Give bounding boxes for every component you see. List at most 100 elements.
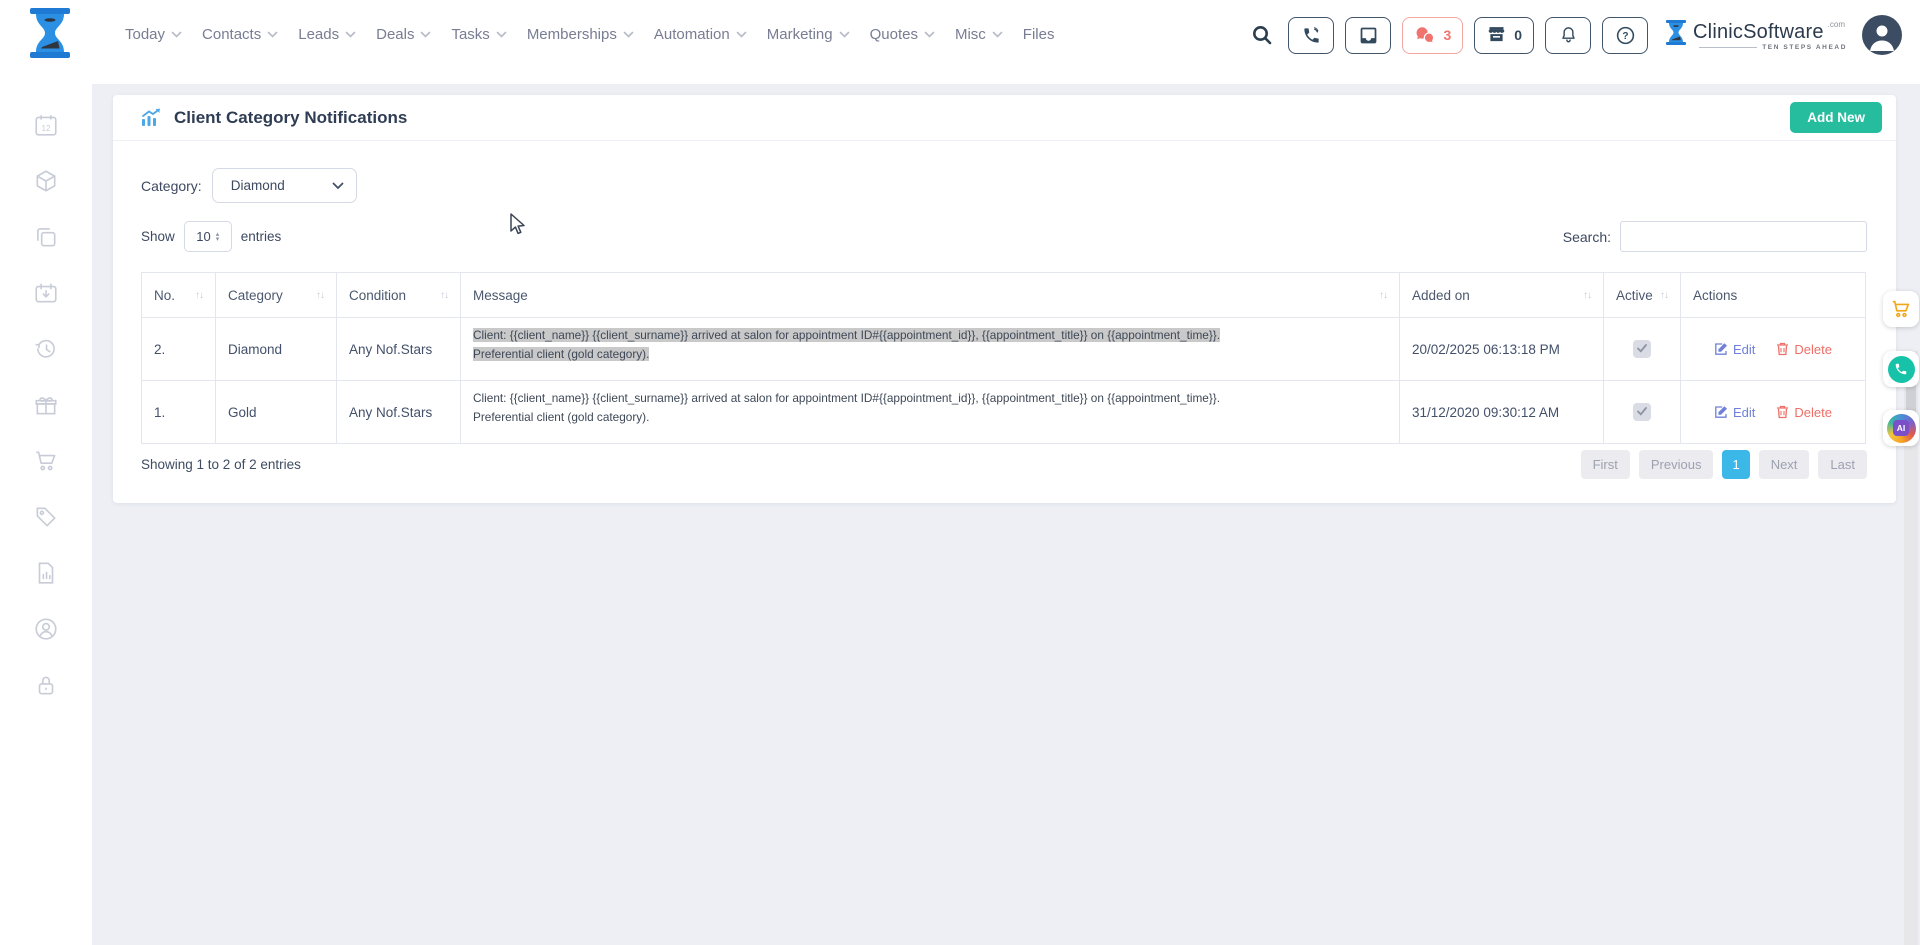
pos-icon [1486,25,1507,45]
edit-button[interactable]: Edit [1714,342,1755,357]
page-length-select[interactable]: 10 ▴▾ [184,221,232,252]
quick-call-button[interactable] [1883,351,1919,387]
cell-added-on: 31/12/2020 09:30:12 AM [1400,381,1604,444]
pos-button[interactable]: 0 [1474,17,1534,54]
entries-label: entries [241,229,282,244]
dialer-button[interactable] [1288,17,1334,54]
cart-icon [1890,298,1912,320]
history-icon[interactable] [32,335,60,363]
chevron-down-icon [623,31,634,38]
page-first-button[interactable]: First [1581,450,1630,479]
page-last-button[interactable]: Last [1818,450,1867,479]
chevron-down-icon [496,31,507,38]
cell-condition: Any Nof.Stars [337,381,461,444]
trash-icon [1776,405,1789,419]
chevron-down-icon [736,31,747,38]
sort-icon[interactable]: ↑↓ [1660,290,1668,301]
nav-misc[interactable]: Misc [955,26,1003,43]
show-entries: Show 10 ▴▾ entries [141,221,281,252]
chevron-down-icon [332,182,344,190]
chevron-down-icon [839,31,850,38]
package-icon[interactable] [32,167,60,195]
quick-cart-button[interactable] [1883,291,1919,327]
cell-added-on: 20/02/2025 06:13:18 PM [1400,318,1604,381]
page-next-button[interactable]: Next [1759,450,1810,479]
search-input[interactable] [1620,221,1867,252]
col-no[interactable]: No.↑↓ [142,273,216,318]
page-previous-button[interactable]: Previous [1639,450,1714,479]
chevron-down-icon [924,31,935,38]
nav-deals[interactable]: Deals [376,26,431,43]
edit-button[interactable]: Edit [1714,405,1755,420]
active-checkbox[interactable] [1633,340,1651,358]
main-content: Client Category Notifications Add New Ca… [92,84,1920,945]
page-number-button[interactable]: 1 [1722,450,1749,479]
pos-count-badge: 0 [1514,27,1522,43]
nav-leads[interactable]: Leads [298,26,356,43]
content-card: Client Category Notifications Add New Ca… [113,95,1896,503]
cell-no: 2. [142,318,216,381]
chevron-down-icon [345,31,356,38]
cart-icon[interactable] [32,447,60,475]
col-active[interactable]: Active↑↓ [1604,273,1681,318]
table-row: 2. Diamond Any Nof.Stars Client: {{clien… [142,318,1866,381]
notifications-button[interactable] [1545,17,1591,54]
nav-marketing[interactable]: Marketing [767,26,850,43]
inbox-icon [1358,25,1379,46]
cell-message: Client: {{client_name}} {{client_surname… [461,381,1400,444]
cell-category: Diamond [216,318,337,381]
sort-icon[interactable]: ↑↓ [1379,290,1387,301]
nav-files[interactable]: Files [1023,26,1055,43]
top-actions: 3 0 ? ClinicSoftware .com TEN S [1247,12,1902,58]
col-message[interactable]: Message↑↓ [461,273,1400,318]
nav-quotes[interactable]: Quotes [870,26,935,43]
gift-icon[interactable] [32,391,60,419]
sort-icon[interactable]: ↑↓ [440,290,448,301]
person-icon [1862,15,1902,55]
edit-icon [1714,342,1728,356]
delete-button[interactable]: Delete [1776,405,1832,420]
chat-button[interactable]: 3 [1402,17,1463,54]
app-logo-icon[interactable] [28,8,72,63]
nav-today[interactable]: Today [125,26,182,43]
cell-actions: Edit Delete [1681,318,1866,381]
cell-no: 1. [142,381,216,444]
category-select[interactable]: Diamond [212,168,357,203]
col-category[interactable]: Category↑↓ [216,273,337,318]
inbox-button[interactable] [1345,17,1391,54]
ai-assistant-button[interactable]: AI [1883,410,1919,446]
chevron-down-icon [171,31,182,38]
card-header: Client Category Notifications Add New [113,95,1896,141]
add-new-button[interactable]: Add New [1790,102,1882,133]
spinner-icon: ▴▾ [216,232,220,242]
nav-automation[interactable]: Automation [654,26,747,43]
sort-icon[interactable]: ↑↓ [316,290,324,301]
tag-icon[interactable] [32,503,60,531]
calendar-import-icon[interactable] [32,279,60,307]
search-label: Search: [1563,229,1611,245]
brand-logo[interactable]: ClinicSoftware .com TEN STEPS AHEAD [1665,19,1847,51]
app-window: Today Contacts Leads Deals Tasks Members… [0,0,1920,945]
sort-icon[interactable]: ↑↓ [1583,290,1591,301]
sort-icon[interactable]: ↑↓ [195,290,203,301]
report-icon[interactable] [32,559,60,587]
copy-icon[interactable] [32,223,60,251]
help-button[interactable]: ? [1602,17,1648,54]
col-condition[interactable]: Condition↑↓ [337,273,461,318]
brand-tagline: TEN STEPS AHEAD [1762,44,1847,51]
col-added-on[interactable]: Added on↑↓ [1400,273,1604,318]
lock-icon[interactable] [32,671,60,699]
category-filter: Category: Diamond [141,168,357,203]
delete-button[interactable]: Delete [1776,342,1832,357]
user-avatar[interactable] [1862,15,1902,55]
search-icon[interactable] [1247,17,1277,53]
chevron-down-icon [992,31,1003,38]
account-icon[interactable] [32,615,60,643]
table-header-row: No.↑↓ Category↑↓ Condition↑↓ Message↑↓ A… [142,273,1866,318]
calendar-icon[interactable]: 12 [32,111,60,139]
active-checkbox[interactable] [1633,403,1651,421]
nav-tasks[interactable]: Tasks [451,26,506,43]
nav-contacts[interactable]: Contacts [202,26,278,43]
brand-name: ClinicSoftware [1693,21,1824,44]
nav-memberships[interactable]: Memberships [527,26,634,43]
